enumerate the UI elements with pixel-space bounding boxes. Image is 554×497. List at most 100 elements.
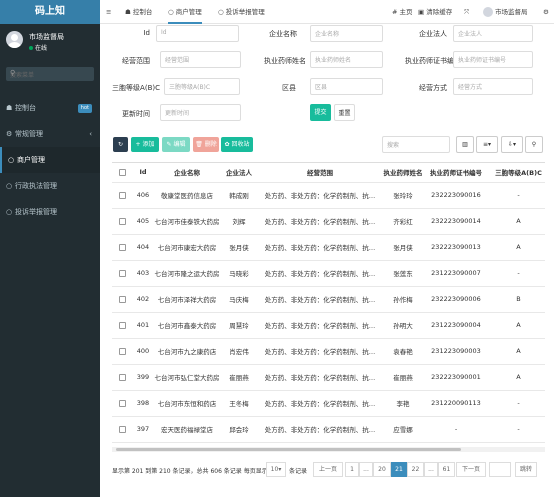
jump-button[interactable]: 跳转 — [515, 462, 537, 477]
edit-button[interactable]: ✎ 编辑 — [162, 137, 190, 152]
table-row[interactable]: 406 敬康堂医药信息店 韩成刚 处方药、非处方药：化学药制剂、抗… 张玲玲 232223… — [112, 182, 545, 209]
jump-page-input[interactable] — [489, 462, 511, 477]
recycle-bin-button[interactable]: ✿ 回收站 — [221, 137, 253, 152]
reset-button[interactable]: 重置 — [334, 104, 355, 121]
sidebar-item-complaint[interactable]: ○ 投诉举报管理 — [0, 199, 100, 225]
prev-page-button[interactable]: 上一页 — [313, 462, 343, 477]
page-20-button[interactable]: 20 — [373, 462, 391, 477]
table-cell: 405 — [132, 208, 154, 235]
table-cell: 孙明大 — [382, 312, 424, 339]
row-checkbox[interactable] — [112, 312, 132, 339]
page-21-button[interactable]: 21 — [391, 462, 407, 477]
menu-search-input[interactable]: 搜索菜单 ⚲ — [6, 67, 94, 81]
table-cell: B — [488, 286, 545, 313]
table-cell: 七台河市隆之运大药房 — [154, 260, 220, 287]
row-checkbox[interactable] — [112, 234, 132, 261]
tab-complaint[interactable]: ○ 投诉举报管理 — [218, 0, 265, 24]
table-cell: 处方药、非处方药：化学药制剂、抗… — [258, 208, 382, 235]
table-cell: 刘辉 — [220, 208, 258, 235]
scope-label: 经营范围 — [122, 57, 150, 65]
table-cell: 处方药、非处方药：化学药制剂、抗… — [258, 182, 382, 209]
page-61-button[interactable]: 61 — [438, 462, 455, 477]
column-toggle-icon[interactable]: ▥ — [456, 136, 474, 153]
search-toggle-icon[interactable]: ⚲ — [525, 136, 543, 153]
table-row[interactable]: 405 七台河市佳泰铁大药房 刘辉 处方药、非处方药：化学药制剂、抗… 齐彩红 23222… — [112, 208, 545, 235]
delete-button[interactable]: 🗑 删除 — [193, 137, 219, 152]
pharmacist-input[interactable]: 执业药师姓名 — [310, 51, 383, 68]
page-ellipsis: ... — [359, 462, 373, 477]
table-cell: 张玲玲 — [382, 182, 424, 209]
table-cell: 崔丽燕 — [220, 364, 258, 391]
table-cell: - — [488, 182, 545, 209]
sidebar-item-dashboard[interactable]: ☗ 控制台 hot — [0, 95, 100, 121]
page-22-button[interactable]: 22 — [407, 462, 424, 477]
column-header[interactable]: 经营范围 — [258, 163, 382, 183]
table-cell: 231223090007 — [424, 260, 488, 287]
company-input[interactable]: 企业名称 — [310, 25, 383, 42]
column-header[interactable]: 执业药师证书编号 — [424, 163, 488, 183]
table-row[interactable]: 404 七台河市康宏大药房 张月侠 处方药、非处方药：化学药制剂、抗… 张月侠 23222… — [112, 234, 545, 261]
sidebar: 码上知 市场监督局 在线 搜索菜单 ⚲ ☗ 控制台 hot ⚙ 常规管理 ‹ ○ 商户… — [0, 0, 100, 497]
column-header[interactable]: 三胞等级A(B)C — [488, 163, 545, 183]
table-row[interactable]: 402 七台河市泽祥大药房 马庆梅 处方药、非处方药：化学药制剂、抗… 孙作梅 23222… — [112, 286, 545, 313]
settings-icon[interactable]: ⚙ — [543, 0, 549, 24]
row-checkbox[interactable] — [112, 208, 132, 235]
online-dot-icon — [29, 46, 33, 50]
sidebar-item-merchant[interactable]: ○ 商户管理 — [0, 147, 100, 173]
column-header[interactable]: Id — [132, 163, 154, 183]
select-all-checkbox[interactable] — [112, 163, 132, 183]
table-cell: 处方药、非处方药：化学药制剂、抗… — [258, 338, 382, 365]
clear-cache-button[interactable]: ▣ 清除缓存 — [418, 0, 452, 24]
table-row[interactable]: 398 七台河市东恒和药店 王冬梅 处方药、非处方药：化学药制剂、抗… 李艳 231220… — [112, 390, 545, 417]
home-link[interactable]: # 主页 — [392, 0, 413, 24]
next-page-button[interactable]: 下一页 — [456, 462, 486, 477]
row-checkbox[interactable] — [112, 364, 132, 391]
row-checkbox[interactable] — [112, 338, 132, 365]
table-row[interactable]: 400 七台河市九之康药店 肖宏伟 处方药、非处方药：化学药制剂、抗… 袁春艳 23122… — [112, 338, 545, 365]
column-header[interactable]: 企业名称 — [154, 163, 220, 183]
column-header[interactable]: 企业法人 — [220, 163, 258, 183]
page-ellipsis: ... — [424, 462, 438, 477]
table-row[interactable]: 403 七台河市隆之运大药房 马晓彩 处方药、非处方药：化学药制剂、抗… 张莲东 2312… — [112, 260, 545, 287]
table-search-input[interactable]: 搜索 — [382, 136, 450, 153]
row-checkbox[interactable] — [112, 416, 132, 443]
table-row[interactable]: 397 宏天医药福禄堂店 邱会玲 处方药、非处方药：化学药制剂、抗… 应雪娜 - - — [112, 416, 545, 443]
list-view-icon[interactable]: ≡▾ — [476, 136, 498, 153]
table-cell: 402 — [132, 286, 154, 313]
table-cell: 232223090001 — [424, 364, 488, 391]
row-checkbox[interactable] — [112, 182, 132, 209]
legal-input[interactable]: 企业法人 — [453, 25, 533, 42]
brand-logo[interactable]: 码上知 — [0, 0, 100, 24]
tab-merchant[interactable]: ○ 商户管理 — [168, 0, 202, 24]
table-row[interactable]: 399 七台河市弘仁堂大药房 崔丽燕 处方药、非处方药：化学药制剂、抗… 崔丽燕 2322… — [112, 364, 545, 391]
grade-input[interactable]: 三胞等级A(B)C — [164, 78, 240, 95]
horizontal-scrollbar[interactable] — [112, 447, 545, 452]
scope-input[interactable]: 经营范围 — [160, 51, 241, 68]
add-button[interactable]: + 添加 — [131, 137, 159, 152]
export-icon[interactable]: ⇩▾ — [501, 136, 523, 153]
row-checkbox[interactable] — [112, 390, 132, 417]
admin-menu[interactable]: 市场监督局 — [483, 0, 528, 24]
sidebar-item-enforcement[interactable]: ○ 行政执法管理 — [0, 173, 100, 199]
tab-dashboard[interactable]: ☗ 控制台 — [125, 0, 152, 24]
table-row[interactable]: 401 七台河市鑫泰大药房 周慧玲 处方药、非处方药：化学药制剂、抗… 孙明大 23122… — [112, 312, 545, 339]
submit-button[interactable]: 提交 — [310, 104, 331, 121]
table-cell: 406 — [132, 182, 154, 209]
mode-input[interactable]: 经营方式 — [453, 78, 533, 95]
update-time-input[interactable]: 更新时间 — [160, 104, 241, 121]
table-cell: A — [488, 364, 545, 391]
row-checkbox[interactable] — [112, 260, 132, 287]
sidebar-item-general[interactable]: ⚙ 常规管理 ‹ — [0, 121, 100, 147]
area-select[interactable]: 区县 — [310, 78, 383, 95]
id-input[interactable]: Id — [156, 25, 239, 42]
page-size-select[interactable]: 10▾ — [266, 462, 286, 477]
cert-input[interactable]: 执业药师证书编号 — [453, 51, 533, 68]
trash-icon: ▣ — [418, 8, 425, 16]
fullscreen-icon[interactable]: ⤧ — [464, 0, 469, 24]
row-checkbox[interactable] — [112, 286, 132, 313]
menu-toggle-icon[interactable]: ≡ — [106, 0, 111, 24]
page-1-button[interactable]: 1 — [345, 462, 359, 477]
refresh-button[interactable]: ↻ — [113, 137, 128, 152]
column-header[interactable]: 执业药师姓名 — [382, 163, 424, 183]
table-cell: 孙作梅 — [382, 286, 424, 313]
